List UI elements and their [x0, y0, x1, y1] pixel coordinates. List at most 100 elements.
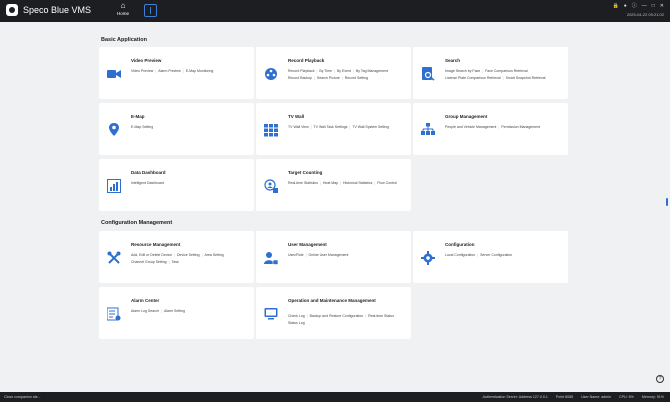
link[interactable]: Area Setting: [204, 253, 223, 257]
card-emap[interactable]: E-Map E-Map Setting: [99, 103, 254, 155]
card-title: Search: [445, 58, 461, 63]
link[interactable]: Alarm Setting: [164, 309, 185, 313]
home-icon: ⌂: [120, 1, 126, 10]
card-video-preview[interactable]: Video Preview Video Preview | Alarm Previe…: [99, 47, 254, 99]
card-configuration[interactable]: Configuration Local Configuration | Server…: [413, 231, 568, 283]
link[interactable]: Backup and Restore Configuration: [310, 314, 364, 318]
link[interactable]: Flow Control: [377, 181, 397, 185]
card-record-playback[interactable]: Record Playback Record Playback | By Time |…: [256, 47, 411, 99]
link[interactable]: People and Vehicle Management: [445, 125, 496, 129]
card-title: Record Playback: [288, 58, 325, 63]
home-nav-button[interactable]: ⌂ Home: [112, 1, 134, 21]
link[interactable]: Real-time Status: [368, 314, 394, 318]
link[interactable]: Add, Edit or Delete Device: [131, 253, 172, 257]
card-title: Data Dashboard: [131, 170, 166, 175]
link[interactable]: Device Setting: [177, 253, 200, 257]
card-title: Group Management: [445, 114, 488, 119]
section-title-config: Configuration Management: [101, 220, 173, 226]
card-links: E-Map Setting: [131, 124, 251, 131]
user-lock-icon: [264, 252, 278, 265]
close-icon[interactable]: ✕: [660, 3, 664, 9]
link[interactable]: Real-time Statistics: [288, 181, 318, 185]
module-switch-button[interactable]: [144, 4, 157, 17]
link[interactable]: Intelligent Dashboard: [131, 181, 164, 185]
minimize-icon[interactable]: —: [642, 3, 647, 9]
org-chart-icon: [421, 123, 435, 135]
help-icon[interactable]: ?: [656, 375, 664, 383]
link[interactable]: By Tag Management: [356, 69, 388, 73]
info-icon[interactable]: ⓘ: [632, 3, 637, 9]
link[interactable]: Status Log: [288, 321, 305, 325]
link[interactable]: Channel Group Setting: [131, 260, 167, 264]
link[interactable]: Smart Snapshot Retrieval: [506, 76, 546, 80]
link[interactable]: Check Log: [288, 314, 305, 318]
card-search[interactable]: Search Image Search by Face | Face Compari…: [413, 47, 568, 99]
monitor-icon: [264, 308, 278, 320]
card-links: TV Wall View | TV Wall Task Settings | TV Wa…: [288, 125, 389, 129]
link[interactable]: Record Setting: [345, 76, 368, 80]
link[interactable]: E-Map Monitoring: [186, 69, 214, 73]
card-data-dashboard[interactable]: Data Dashboard Intelligent Dashboard: [99, 159, 254, 211]
link[interactable]: Online User Management: [308, 253, 348, 257]
app-logo-icon: [6, 4, 18, 16]
card-title: User Management: [288, 242, 327, 247]
card-resource-management[interactable]: Resource Management Add, Edit or Delete …: [99, 231, 254, 283]
link[interactable]: E-Map Setting: [131, 125, 153, 129]
card-title: TV Wall: [288, 114, 305, 119]
card-links: Alarm Log Search | Alarm Setting: [131, 309, 185, 313]
link[interactable]: TV Wall View: [288, 125, 309, 129]
link[interactable]: Task: [172, 260, 179, 264]
link[interactable]: Historical Statistics: [343, 181, 372, 185]
card-links: Record Playback | By Time | By Event | By Tag …: [288, 69, 388, 80]
link[interactable]: Record Backup: [288, 76, 312, 80]
film-reel-icon: [265, 68, 277, 80]
link[interactable]: Heat Map: [323, 181, 338, 185]
side-panel-handle[interactable]: [666, 198, 668, 206]
search-document-icon: [422, 67, 435, 81]
app-name: Speco Blue VMS: [23, 5, 92, 15]
auth-server: Authentication Server: Address 127.0.0.1: [482, 395, 548, 399]
maximize-icon[interactable]: □: [652, 3, 655, 9]
status-info: Authentication Server: Address 127.0.0.1…: [483, 395, 664, 399]
status-message[interactable]: Close companion ale...: [4, 395, 41, 399]
card-group-management[interactable]: Group Management People and Vehicle Mana…: [413, 103, 568, 155]
lock-icon[interactable]: 🔒: [612, 3, 618, 9]
link[interactable]: TV Wall Task Settings: [314, 125, 348, 129]
link[interactable]: By Time: [319, 69, 332, 73]
card-links: Real-time Statistics | Heat Map | Historical…: [288, 181, 397, 185]
link[interactable]: Server Configuration: [480, 253, 512, 257]
card-user-management[interactable]: User Management User/Role | Online User Ma…: [256, 231, 411, 283]
card-title: Alarm Center: [131, 298, 160, 303]
link[interactable]: Alarm Preview: [158, 69, 181, 73]
section-title-basic: Basic Application: [101, 37, 147, 43]
card-tv-wall[interactable]: TV Wall TV Wall View | TV Wall Task Settin…: [256, 103, 411, 155]
system-icons: 🔒 ● ⓘ — □ ✕: [612, 3, 664, 9]
link[interactable]: Video Preview: [131, 69, 153, 73]
link[interactable]: Permission Management: [501, 125, 540, 129]
alarm-list-icon: [107, 307, 121, 321]
port: Point 8085: [555, 395, 574, 399]
card-links: Add, Edit or Delete Device | Device Settin…: [131, 253, 224, 264]
link[interactable]: License Plate Comparison Retrieval: [445, 76, 501, 80]
link[interactable]: By Event: [337, 69, 351, 73]
card-alarm-center[interactable]: Alarm Center Alarm Log Search | Alarm Sett…: [99, 287, 254, 339]
link[interactable]: Image Search by Face: [445, 69, 480, 73]
card-title: Target Counting: [288, 170, 323, 175]
brand: Speco Blue VMS: [6, 4, 91, 16]
memory-usage: Memory: 91%: [641, 395, 664, 399]
link[interactable]: User/Role: [288, 253, 304, 257]
card-operation-maintenance[interactable]: Operation and Maintenance Management Che…: [256, 287, 411, 339]
link[interactable]: Local Configuration: [445, 253, 475, 257]
card-title: Operation and Maintenance Management: [288, 298, 376, 303]
gear-icon: [421, 251, 435, 265]
status-bar: Close companion ale... Authentication Se…: [0, 392, 670, 402]
link[interactable]: Search Picture: [317, 76, 340, 80]
link[interactable]: Alarm Log Search: [131, 309, 159, 313]
user-icon[interactable]: ●: [624, 3, 627, 9]
link[interactable]: TV Wall System Setting: [352, 125, 389, 129]
card-target-counting[interactable]: Target Counting Real-time Statistics | Hea…: [256, 159, 411, 211]
link[interactable]: Record Playback: [288, 69, 314, 73]
card-title: Configuration: [445, 242, 475, 247]
map-pin-icon: [109, 123, 119, 136]
link[interactable]: Face Comparison Retrieval: [485, 69, 527, 73]
